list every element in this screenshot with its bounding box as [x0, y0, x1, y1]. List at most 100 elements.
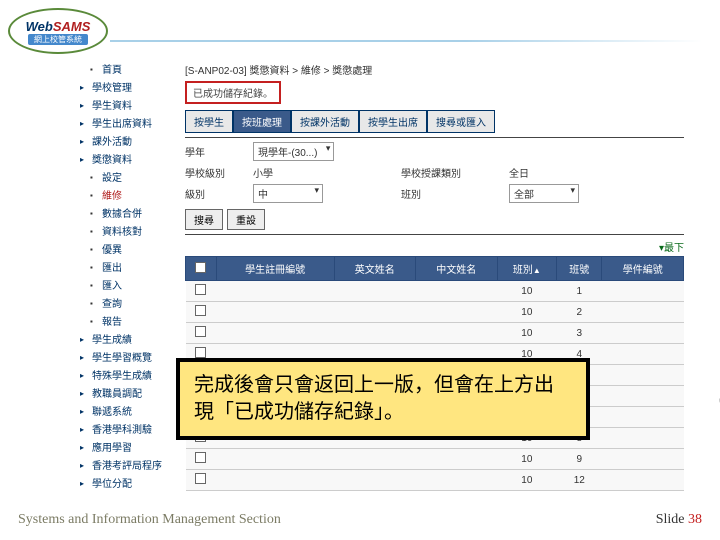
tab-2[interactable]: 按課外活動	[291, 110, 359, 133]
sidebar-item-14[interactable]: 報告	[80, 314, 180, 332]
table-row: 102	[186, 302, 684, 323]
search-button[interactable]: 搜尋	[185, 209, 223, 230]
row-checkbox[interactable]	[195, 326, 206, 337]
cell	[602, 281, 684, 302]
reset-button[interactable]: 重設	[227, 209, 265, 230]
sidebar-item-0[interactable]: 首頁	[80, 62, 180, 80]
sidebar-item-3[interactable]: 學生出席資料	[80, 116, 180, 134]
cell	[602, 470, 684, 491]
sidebar-item-11[interactable]: 匯出	[80, 260, 180, 278]
filter-form: 學年 現學年-(30...) 學校級別 小學 學校授課類別 全日 級別 中 班別…	[185, 142, 684, 203]
sidebar-item-20[interactable]: 香港學科測驗	[80, 422, 180, 440]
sidebar-item-1[interactable]: 學校管理	[80, 80, 180, 98]
group-select[interactable]: 全部	[509, 184, 579, 203]
footer-slide-number: Slide 38	[656, 512, 702, 528]
cell: 10	[497, 281, 557, 302]
table-row: 109	[186, 449, 684, 470]
row-checkbox[interactable]	[195, 452, 206, 463]
class-label: 級別	[185, 186, 245, 201]
cell: 9	[557, 449, 602, 470]
cell	[416, 302, 498, 323]
level-value: 小學	[253, 165, 393, 180]
cell	[334, 323, 416, 344]
cell	[334, 302, 416, 323]
footer-section: Systems and Information Management Secti…	[18, 512, 281, 528]
sidebar-item-9[interactable]: 資料核對	[80, 224, 180, 242]
sidebar-item-5[interactable]: 獎懲資料	[80, 152, 180, 170]
sidebar-item-7[interactable]: 維修	[80, 188, 180, 206]
cell	[216, 470, 334, 491]
sidebar-item-17[interactable]: 特殊學生成績	[80, 368, 180, 386]
sidebar-item-16[interactable]: 學生學習概覽	[80, 350, 180, 368]
cell	[186, 302, 217, 323]
tab-1[interactable]: 按班處理	[233, 110, 291, 133]
cell	[334, 449, 416, 470]
sidebar-item-2[interactable]: 學生資料	[80, 98, 180, 116]
cell: 10	[497, 302, 557, 323]
cell	[186, 470, 217, 491]
cell	[416, 470, 498, 491]
sidebar-nav: 首頁學校管理學生資料學生出席資料課外活動獎懲資料設定維修數據合併資料核對優異匯出…	[80, 62, 180, 494]
sidebar-item-8[interactable]: 數據合併	[80, 206, 180, 224]
col-header-5: 班號	[557, 257, 602, 281]
cell	[186, 449, 217, 470]
cell	[416, 449, 498, 470]
sidebar-item-4[interactable]: 課外活動	[80, 134, 180, 152]
cell	[216, 449, 334, 470]
cell	[334, 281, 416, 302]
class-select[interactable]: 中	[253, 184, 323, 203]
group-label: 班別	[401, 186, 501, 201]
cell	[602, 323, 684, 344]
cell: 1	[557, 281, 602, 302]
sidebar-item-6[interactable]: 設定	[80, 170, 180, 188]
sidebar-item-10[interactable]: 優異	[80, 242, 180, 260]
table-row: 1012	[186, 470, 684, 491]
cell	[416, 323, 498, 344]
cell	[602, 302, 684, 323]
year-label: 學年	[185, 144, 245, 159]
cell: 2	[557, 302, 602, 323]
sidebar-item-21[interactable]: 應用學習	[80, 440, 180, 458]
annotation-callout: 完成後會只會返回上一版，但會在上方出現「已成功儲存紀錄」。	[176, 358, 590, 440]
breadcrumb: [S-ANP02-03] 獎懲資料 > 維修 > 獎懲處理	[185, 62, 684, 77]
cell	[602, 428, 684, 449]
col-header-0[interactable]	[186, 257, 217, 281]
sidebar-item-22[interactable]: 香港考評局程序	[80, 458, 180, 476]
cell	[186, 323, 217, 344]
row-checkbox[interactable]	[195, 305, 206, 316]
row-checkbox[interactable]	[195, 284, 206, 295]
cell: 10	[497, 323, 557, 344]
cell	[186, 281, 217, 302]
cell	[602, 449, 684, 470]
cell	[216, 302, 334, 323]
cell	[602, 386, 684, 407]
cell: 10	[497, 449, 557, 470]
tab-4[interactable]: 搜尋或匯入	[427, 110, 495, 133]
classctrl-label: 學校授課類別	[401, 165, 501, 180]
sidebar-item-19[interactable]: 聯遞系統	[80, 404, 180, 422]
cell: 12	[557, 470, 602, 491]
tab-0[interactable]: 按學生	[185, 110, 233, 133]
success-message: 已成功儲存紀錄。	[185, 81, 281, 104]
header-divider	[110, 40, 702, 42]
sidebar-item-18[interactable]: 教職員調配	[80, 386, 180, 404]
sidebar-item-23[interactable]: 學位分配	[80, 476, 180, 494]
col-header-1: 學生註冊編號	[216, 257, 334, 281]
watermark: Web.SAMS	[714, 300, 720, 440]
sidebar-item-13[interactable]: 查詢	[80, 296, 180, 314]
sidebar-item-12[interactable]: 匯入	[80, 278, 180, 296]
cell	[216, 281, 334, 302]
classctrl-value: 全日	[509, 165, 609, 180]
table-row: 101	[186, 281, 684, 302]
row-checkbox[interactable]	[195, 347, 206, 358]
row-checkbox[interactable]	[195, 473, 206, 484]
tab-3[interactable]: 按學生出席	[359, 110, 427, 133]
sidebar-item-15[interactable]: 學生成績	[80, 332, 180, 350]
select-all-checkbox[interactable]	[195, 262, 206, 273]
col-header-6: 學件編號	[602, 257, 684, 281]
cell	[602, 344, 684, 365]
year-select[interactable]: 現學年-(30...)	[253, 142, 334, 161]
table-row: 103	[186, 323, 684, 344]
tab-bar: 按學生按班處理按課外活動按學生出席搜尋或匯入	[185, 110, 684, 133]
page-indicator[interactable]: ▾最下	[185, 239, 684, 254]
